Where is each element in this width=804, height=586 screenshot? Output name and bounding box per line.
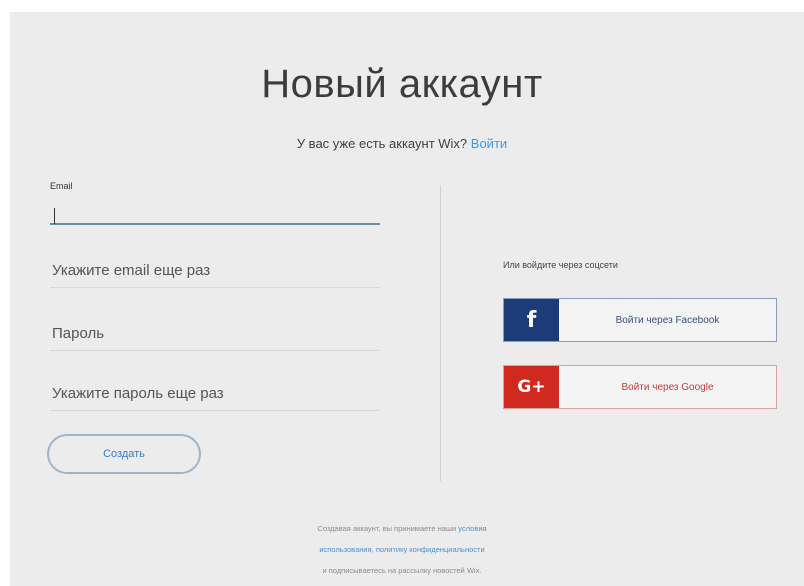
terms-line-2: использования, политику конфиденциальнос…: [0, 539, 804, 560]
password-input[interactable]: [50, 325, 380, 351]
create-account-button[interactable]: Создать: [47, 434, 201, 474]
login-link[interactable]: Войти: [471, 136, 507, 151]
terms-separator: ,: [371, 545, 374, 554]
terms-of-use-link-cont[interactable]: использования: [319, 545, 371, 554]
facebook-login-label: Войти через Facebook: [615, 314, 720, 326]
terms-line-3: и подписываетесь на рассылку новостей Wi…: [322, 566, 482, 575]
facebook-login-button[interactable]: f Войти через Facebook: [503, 298, 777, 342]
text-cursor: [54, 208, 55, 224]
terms-text-1: Создавая аккаунт, вы принимаете наши: [317, 524, 457, 533]
vertical-divider: [440, 185, 441, 481]
google-login-label: Войти через Google: [621, 381, 714, 393]
privacy-policy-link[interactable]: политику конфиденциальности: [376, 545, 485, 554]
email-confirm-input[interactable]: [50, 262, 380, 288]
password-confirm-field-group: [50, 385, 380, 411]
login-prompt: У вас уже есть аккаунт Wix? Войти: [0, 136, 804, 151]
google-login-button[interactable]: G+ Войти через Google: [503, 365, 777, 409]
email-label: Email: [50, 181, 73, 191]
terms-of-use-link[interactable]: условия: [458, 524, 486, 533]
terms-line-1: Создавая аккаунт, вы принимаете наши усл…: [0, 518, 804, 539]
login-prompt-text: У вас уже есть аккаунт Wix?: [296, 136, 468, 151]
page-title: Новый аккаунт: [261, 62, 543, 106]
google-plus-icon: G+: [504, 366, 559, 408]
password-confirm-input[interactable]: [50, 385, 380, 411]
email-field-group: Email: [50, 181, 380, 225]
facebook-icon: f: [504, 299, 559, 341]
password-field-group: [50, 325, 380, 351]
email-confirm-field-group: [50, 262, 380, 288]
social-login-heading: Или войдите через соцсети: [503, 260, 618, 270]
email-input[interactable]: [50, 195, 380, 225]
terms-notice: Создавая аккаунт, вы принимаете наши усл…: [0, 518, 804, 581]
